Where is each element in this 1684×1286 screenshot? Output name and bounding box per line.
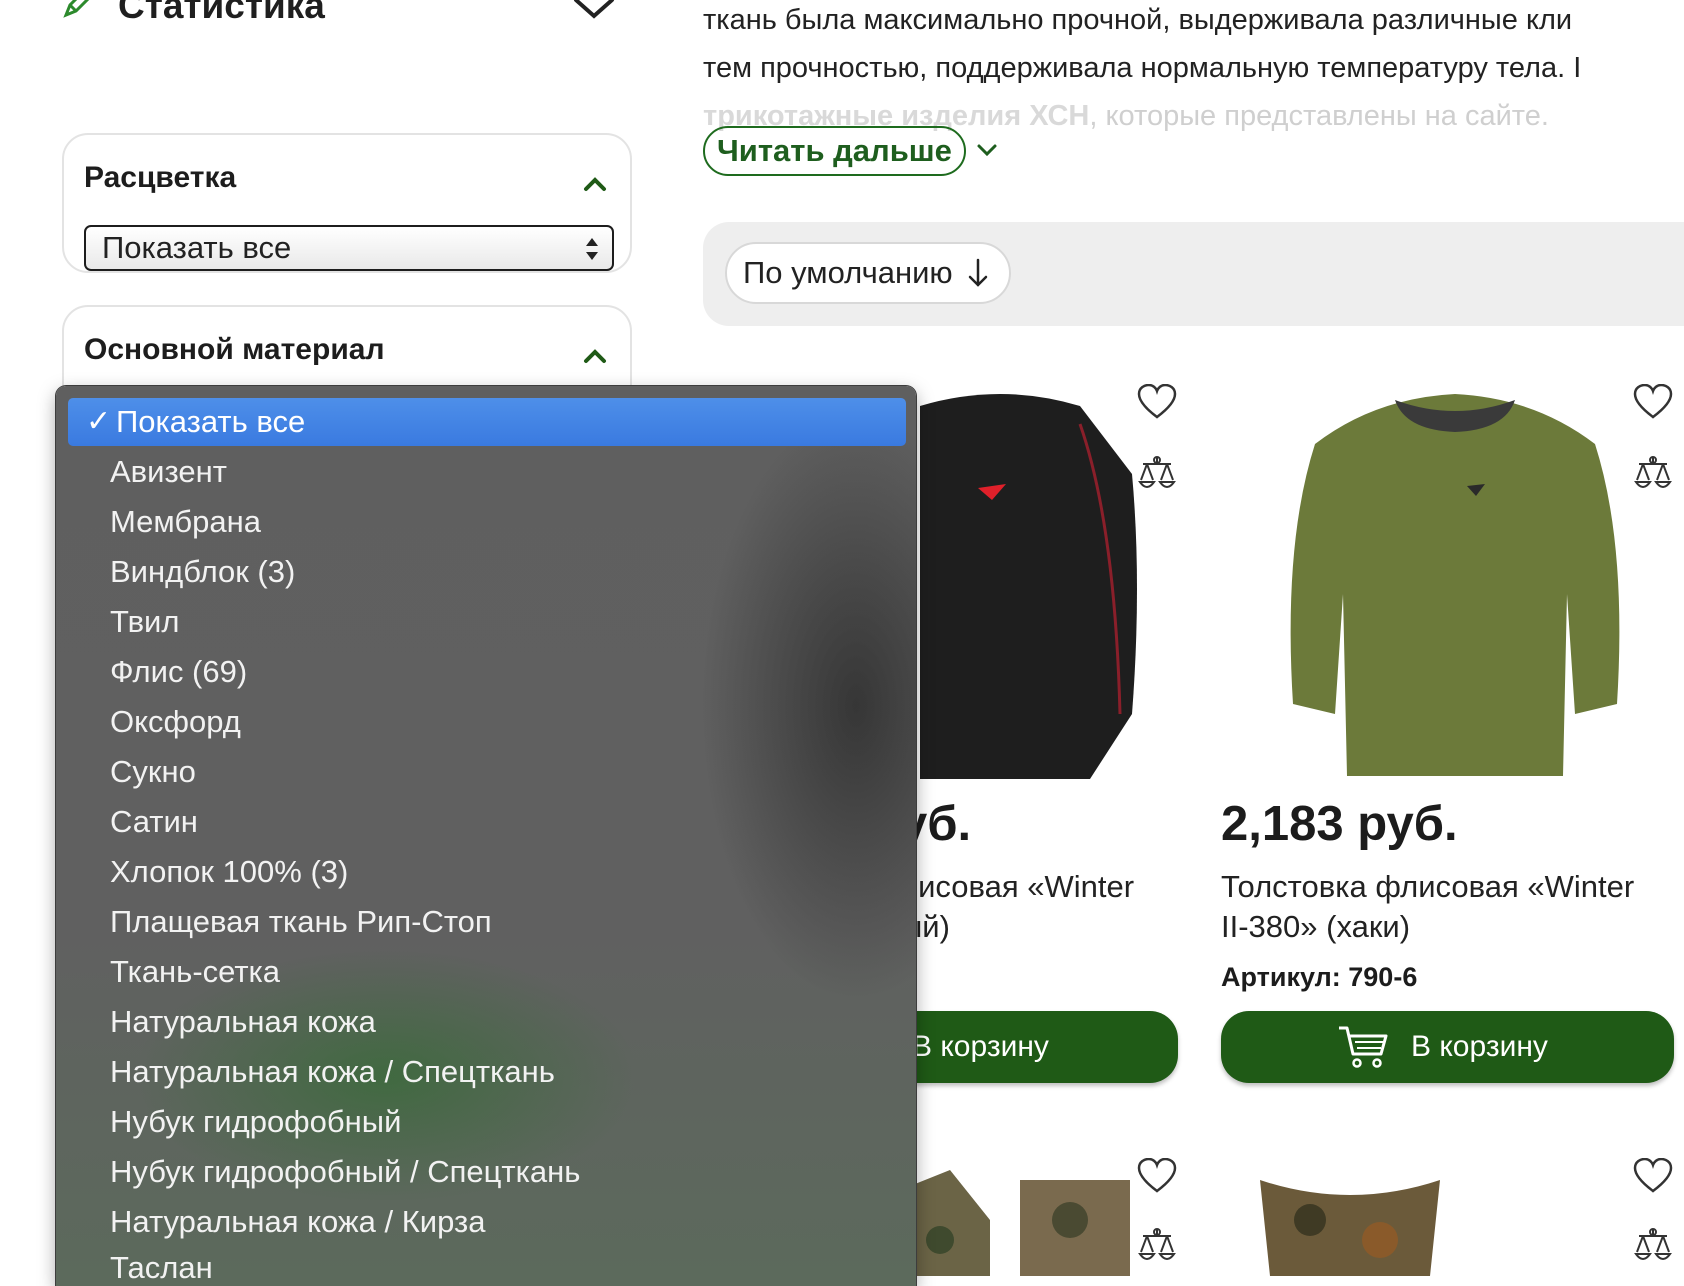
dropdown-option[interactable]: Таслан (110, 1250, 213, 1286)
product-image[interactable] (1275, 384, 1635, 784)
statistics-header[interactable]: Статистика (62, 0, 325, 26)
checkmark-icon: ✓ (86, 405, 112, 438)
compare-icon[interactable] (1137, 1226, 1177, 1266)
pencil-icon (62, 0, 96, 28)
add-to-cart-label: В корзину (912, 1030, 1049, 1063)
description-line: ткань была максимально прочной, выдержив… (703, 4, 1573, 36)
product-image[interactable] (880, 1160, 1140, 1276)
chevron-down-icon[interactable] (572, 0, 616, 22)
product-price: 2,183 руб. (1221, 797, 1458, 851)
dropdown-option[interactable]: Авизент (110, 454, 227, 490)
dropdown-option[interactable]: Сукно (110, 754, 196, 790)
dropdown-option[interactable]: Флис (69) (110, 654, 247, 690)
chevron-up-icon[interactable] (582, 175, 608, 193)
dropdown-option[interactable]: Сатин (110, 804, 198, 840)
chevron-down-icon[interactable] (976, 142, 998, 158)
add-to-cart-label: В корзину (1411, 1030, 1548, 1063)
dropdown-option[interactable]: Виндблок (3) (110, 554, 295, 590)
product-name[interactable]: Толстовка флисовая «Winter (1221, 867, 1634, 907)
description-faded-text: , которые представлены на сайте. (1089, 100, 1549, 132)
sort-button[interactable]: По умолчанию (725, 242, 1011, 304)
heart-icon[interactable] (1633, 1158, 1673, 1194)
compare-icon[interactable] (1633, 1226, 1673, 1266)
dropdown-option[interactable]: Нубук гидрофобный / Спецткань (110, 1154, 580, 1190)
product-image[interactable] (1250, 1170, 1450, 1276)
product-name[interactable]: II-380» (хаки) (1221, 907, 1410, 947)
dropdown-option-selected[interactable]: ✓ Показать все (68, 398, 906, 446)
heart-icon[interactable] (1137, 384, 1177, 420)
description-line: тем прочностью, поддерживала нормальную … (703, 52, 1582, 84)
sort-label: По умолчанию (743, 255, 953, 290)
dropdown-option[interactable]: Мембрана (110, 504, 261, 540)
arrow-down-icon (968, 258, 987, 287)
dropdown-option[interactable]: Оксфорд (110, 704, 241, 740)
chevron-up-icon[interactable] (582, 347, 608, 365)
select-arrows-icon (586, 238, 598, 260)
heart-icon[interactable] (1137, 1158, 1177, 1194)
dropdown-option[interactable]: Плащевая ткань Рип-Стоп (110, 904, 492, 940)
dropdown-option[interactable]: Натуральная кожа (110, 1004, 376, 1040)
dropdown-option[interactable]: Натуральная кожа / Кирза (110, 1204, 485, 1240)
product-name[interactable]: лисовая «Winter (900, 867, 1134, 907)
dropdown-option[interactable]: Натуральная кожа / Спецткань (110, 1054, 555, 1090)
color-filter-panel: Расцветка Показать все (62, 133, 632, 273)
dropdown-option[interactable]: Хлопок 100% (3) (110, 854, 348, 890)
add-to-cart-button[interactable]: В корзину (1221, 1011, 1674, 1083)
dropdown-option[interactable]: Нубук гидрофобный (110, 1104, 401, 1140)
color-filter-title: Расцветка (84, 161, 237, 194)
heart-icon[interactable] (1633, 384, 1673, 420)
sort-bar: По умолчанию (703, 222, 1684, 326)
color-select-value: Показать все (102, 230, 292, 265)
cart-icon (1339, 1026, 1388, 1068)
dropdown-option-label: Показать все (116, 404, 306, 439)
read-more-button[interactable]: Читать дальше (703, 126, 966, 176)
material-dropdown-list[interactable]: ✓ Показать все Авизент Мембрана Виндблок… (56, 386, 916, 1286)
product-image[interactable] (880, 384, 1140, 794)
product-sku: Артикул: 790-6 (1221, 962, 1418, 992)
color-select[interactable]: Показать все (84, 225, 614, 271)
material-filter-title: Основной материал (84, 333, 385, 366)
compare-icon[interactable] (1633, 454, 1673, 494)
compare-icon[interactable] (1137, 454, 1177, 494)
statistics-title: Статистика (118, 0, 325, 26)
dropdown-option[interactable]: Твил (110, 604, 179, 640)
dropdown-option[interactable]: Ткань-сетка (110, 954, 280, 990)
